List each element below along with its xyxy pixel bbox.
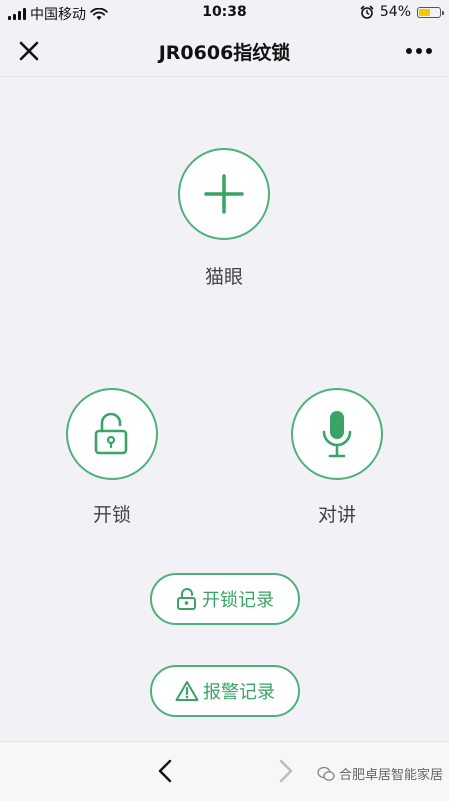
battery-icon: [417, 6, 444, 18]
watermark-text: 合肥卓居智能家居: [338, 768, 443, 783]
back-arrow-icon[interactable]: [153, 758, 179, 784]
wechat-icon: [317, 766, 335, 781]
alarm-record-label: 报警记录: [203, 682, 275, 703]
peephole-button[interactable]: [178, 148, 270, 240]
warning-icon: [175, 681, 199, 701]
close-icon[interactable]: [14, 36, 44, 66]
watermark: 合肥卓居智能家居: [317, 764, 443, 783]
forward-arrow-icon[interactable]: [272, 758, 298, 784]
battery-percent: 54%: [379, 4, 411, 20]
unlock-record-button[interactable]: 开锁记录: [150, 573, 300, 625]
status-right: 54%: [360, 4, 444, 20]
microphone-icon: [322, 411, 352, 458]
more-icon[interactable]: [401, 36, 437, 66]
unlock-record-label: 开锁记录: [202, 590, 274, 611]
nav-bar: JR0606指纹锁: [0, 26, 449, 77]
page-title: JR0606指纹锁: [158, 42, 291, 64]
unlock-button[interactable]: [66, 388, 158, 480]
unlocked-padlock-icon: [94, 412, 128, 455]
bottom-bar: 合肥卓居智能家居: [0, 741, 449, 801]
unlocked-padlock-icon: [177, 588, 196, 610]
intercom-button[interactable]: [291, 388, 383, 480]
intercom-label: 对讲: [317, 504, 356, 526]
peephole-label: 猫眼: [204, 266, 243, 288]
alarm-clock-icon: [360, 5, 374, 19]
plus-icon: [204, 174, 244, 214]
status-bar: 中国移动 10:38 54%: [0, 0, 449, 26]
alarm-record-button[interactable]: 报警记录: [150, 665, 300, 717]
unlock-label: 开锁: [92, 504, 131, 526]
